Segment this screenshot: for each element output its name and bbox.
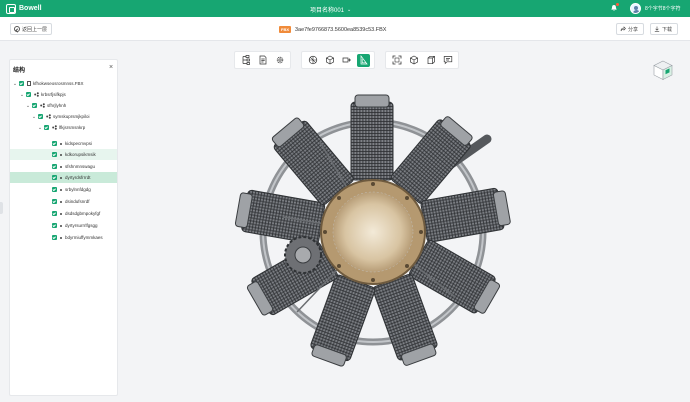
tree-node[interactable]: ⌄ symskuprsmjkpiloi: [10, 111, 117, 122]
node-checkbox[interactable]: [52, 199, 57, 204]
group-node-icon: [40, 103, 45, 108]
group-node-icon: [34, 92, 39, 97]
tree-node-label: dyrtyrsurrrlfgsgg: [65, 223, 98, 228]
panel-title: 结构: [13, 68, 26, 74]
tree-node[interactable]: ⌄ sfhrjlyhnh: [10, 100, 117, 111]
node-checkbox[interactable]: [52, 223, 57, 228]
tree-node-label: sfshnmnswagu: [65, 164, 96, 169]
tree-leaf[interactable]: bdyrmiuffymmkaes: [10, 232, 117, 243]
group-node-icon: [52, 125, 57, 130]
logo-icon: [6, 3, 16, 14]
tree-node-label: kfhokwseosrosmnss.FBX: [33, 81, 84, 86]
tree-node-label: sfhrjlyhnh: [47, 103, 67, 108]
back-button[interactable]: 返回上一层: [10, 23, 52, 35]
leaf-node-icon: [60, 224, 62, 227]
project-name: 项目名称001: [310, 8, 345, 14]
structure-panel: 结构 × ⌄ kfhokwseosrosmnss.FBX ⌄ krbsrfjsi…: [9, 59, 118, 396]
chevron-down-icon[interactable]: ⌄: [38, 125, 42, 131]
tree-leaf[interactable]: sfshnmnswagu: [10, 161, 117, 172]
leaf-node-icon: [60, 176, 62, 179]
download-button[interactable]: 下载: [650, 23, 678, 35]
user-name[interactable]: 8个字节8个字符: [645, 5, 681, 12]
notification-bell-icon[interactable]: [610, 3, 619, 12]
leaf-node-icon: [60, 142, 62, 145]
tree-leaf[interactable]: dsindufsnrdf: [10, 196, 117, 207]
node-checkbox[interactable]: [52, 152, 57, 157]
user-avatar[interactable]: [630, 3, 641, 14]
brand-logo[interactable]: Bowell: [6, 3, 42, 14]
leaf-node-icon: [60, 200, 62, 203]
tree-node-label: dsdsdgbmpokyfgf: [65, 211, 101, 216]
download-label: 下载: [662, 26, 673, 33]
file-type-badge: FBX: [279, 26, 291, 33]
leaf-node-icon: [60, 212, 62, 215]
tree-node-label: srbylnnfdgdg: [65, 187, 91, 192]
tree-node-label: dyrtyrdsfrrrdt: [65, 175, 91, 180]
node-checkbox[interactable]: [52, 141, 57, 146]
back-button-label: 返回上一层: [22, 26, 48, 33]
file-icon: [27, 81, 31, 86]
file-name: 3ae7fe9766873.5600ea8539c53.FBX: [295, 26, 387, 33]
leaf-node-icon: [60, 165, 62, 168]
project-selector[interactable]: 项目名称001 ⌄: [310, 5, 352, 15]
leaf-node-icon: [60, 188, 62, 191]
tree-leaf-selected[interactable]: dyrtyrdsfrrrdt: [10, 172, 117, 183]
share-label: 分享: [628, 26, 639, 33]
tree-node[interactable]: ⌄ lfkjsrsmsnkrp: [10, 122, 117, 133]
node-checkbox[interactable]: [52, 211, 57, 216]
tree-node[interactable]: ⌄ kfhokwseosrosmnss.FBX: [10, 78, 117, 89]
back-arrow-icon: [14, 26, 20, 32]
navigation-view-cube[interactable]: [652, 59, 674, 81]
node-checkbox[interactable]: [52, 187, 57, 192]
tree-node-label: kdkorupsikmsik: [65, 152, 96, 157]
tree-node[interactable]: ⌄ krbsrfjsifkpjs: [10, 89, 117, 100]
close-icon[interactable]: ×: [109, 64, 113, 71]
node-checkbox[interactable]: [52, 175, 57, 180]
tree-node-label: krbsrfjsifkpjs: [41, 92, 66, 97]
file-title: FBX 3ae7fe9766873.5600ea8539c53.FBX: [279, 26, 386, 33]
leaf-node-icon: [60, 236, 62, 239]
share-icon: [620, 26, 626, 32]
node-checkbox[interactable]: [44, 125, 49, 130]
model-viewport[interactable]: [120, 42, 690, 402]
tree-leaf[interactable]: kdkorupsikmsik: [10, 149, 117, 160]
node-checkbox[interactable]: [26, 92, 31, 97]
brand-name: Bowell: [19, 5, 42, 12]
sub-toolbar: 返回上一层 FBX 3ae7fe9766873.5600ea8539c53.FB…: [0, 17, 690, 41]
tree-node-label: kidspecmvpsi: [65, 141, 93, 146]
tree-leaf[interactable]: dyrtyrsurrrlfgsgg: [10, 220, 117, 231]
app-header: Bowell 项目名称001 ⌄ 8个字节8个字符: [0, 0, 690, 17]
node-checkbox[interactable]: [19, 81, 24, 86]
radial-engine-model[interactable]: [225, 87, 515, 387]
group-node-icon: [46, 114, 51, 119]
tree-leaf[interactable]: kidspecmvpsi: [10, 138, 117, 149]
download-icon: [654, 26, 660, 32]
node-checkbox[interactable]: [52, 164, 57, 169]
chevron-down-icon[interactable]: ⌄: [13, 81, 17, 87]
tree-node-label: lfkjsrsmsnkrp: [59, 125, 86, 130]
chevron-down-icon[interactable]: ⌄: [26, 103, 30, 109]
tree-node-label: dsindufsnrdf: [65, 199, 90, 204]
chevron-down-icon[interactable]: ⌄: [32, 114, 36, 120]
tree-node-label: symskuprsmjkpiloi: [53, 114, 90, 119]
tree-leaf[interactable]: srbylnnfdgdg: [10, 184, 117, 195]
share-button[interactable]: 分享: [616, 23, 644, 35]
node-checkbox[interactable]: [52, 235, 57, 240]
tree-node-label: bdyrmiuffymmkaes: [65, 235, 103, 240]
node-checkbox[interactable]: [32, 103, 37, 108]
notification-dot: [616, 3, 619, 6]
node-checkbox[interactable]: [38, 114, 43, 119]
panel-collapse-handle[interactable]: [0, 202, 3, 214]
tree-leaf[interactable]: dsdsdgbmpokyfgf: [10, 208, 117, 219]
chevron-down-icon[interactable]: ⌄: [20, 92, 24, 98]
chevron-down-icon: ⌄: [347, 6, 352, 13]
leaf-node-icon: [60, 153, 62, 156]
